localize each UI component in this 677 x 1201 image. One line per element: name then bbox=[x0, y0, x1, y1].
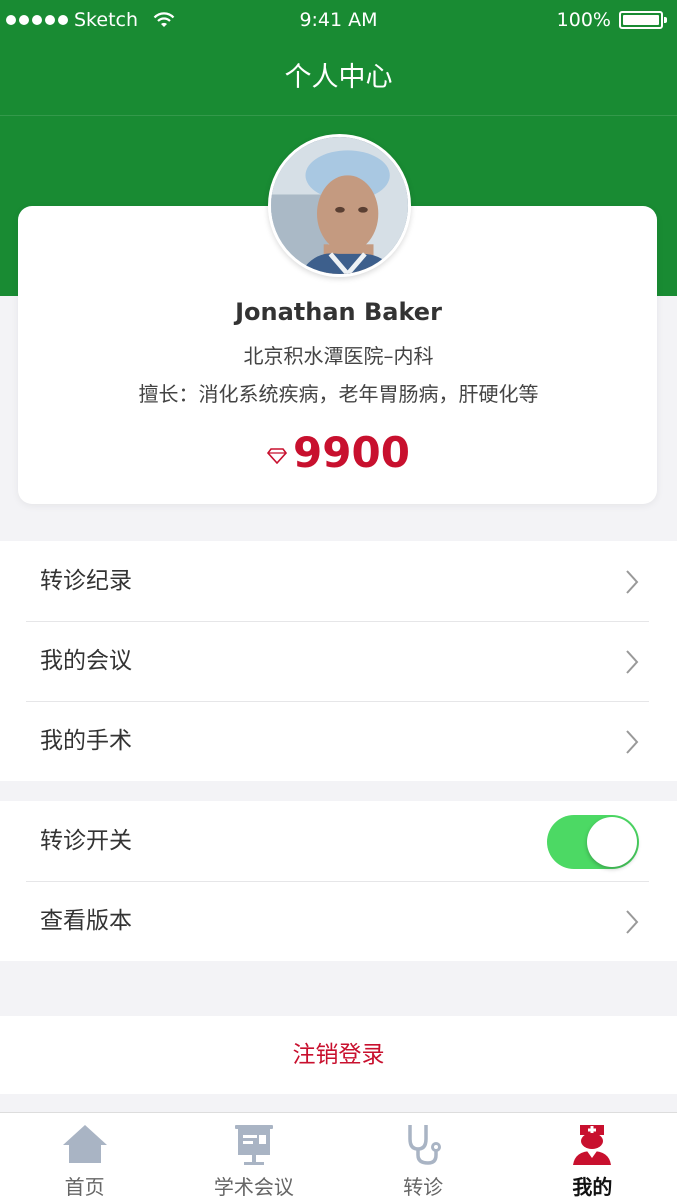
menu-item-label: 我的手术 bbox=[40, 728, 132, 754]
stethoscope-icon bbox=[408, 1125, 442, 1165]
menu-group-records: 转诊纪录 我的会议 我的手术 bbox=[0, 541, 677, 781]
menu-item-view-version[interactable]: 查看版本 bbox=[0, 881, 677, 961]
menu-item-label: 我的会议 bbox=[40, 648, 132, 674]
tab-conference[interactable]: 学术会议 bbox=[169, 1113, 338, 1201]
doctor-specialty: 擅长：消化系统疾病，老年胃肠病，肝硬化等 bbox=[138, 382, 539, 406]
menu-item-my-surgeries[interactable]: 我的手术 bbox=[0, 701, 677, 781]
conference-icon bbox=[234, 1125, 273, 1165]
status-bar: Sketch 9:41 AM 100% bbox=[0, 0, 677, 40]
menu-item-my-meetings[interactable]: 我的会议 bbox=[0, 621, 677, 701]
tab-label: 转诊 bbox=[403, 1175, 444, 1199]
battery-percent: 100% bbox=[556, 9, 611, 31]
menu-item-label: 查看版本 bbox=[40, 908, 132, 934]
nurse-icon bbox=[573, 1125, 612, 1165]
tab-mine[interactable]: 我的 bbox=[508, 1113, 677, 1201]
status-battery-group: 100% bbox=[556, 9, 667, 31]
menu-group-settings: 转诊开关 查看版本 bbox=[0, 801, 677, 961]
chevron-right-icon bbox=[626, 910, 639, 934]
points-value: 9900 bbox=[293, 428, 410, 477]
doctor-name: Jonathan Baker bbox=[235, 298, 442, 326]
tab-home[interactable]: 首页 bbox=[0, 1113, 169, 1201]
avatar[interactable] bbox=[268, 134, 411, 277]
chevron-right-icon bbox=[626, 570, 639, 594]
menu-item-label: 转诊纪录 bbox=[40, 568, 132, 594]
chevron-right-icon bbox=[626, 650, 639, 674]
tab-referral[interactable]: 转诊 bbox=[339, 1113, 508, 1201]
home-icon bbox=[62, 1125, 107, 1163]
tab-label: 我的 bbox=[572, 1175, 613, 1199]
points-balance: 9900 bbox=[0, 428, 677, 477]
tab-label: 学术会议 bbox=[213, 1175, 294, 1199]
battery-icon bbox=[619, 11, 667, 29]
doctor-portrait-icon bbox=[271, 137, 408, 274]
logout-button[interactable]: 注销登录 bbox=[0, 1016, 677, 1094]
referral-toggle[interactable] bbox=[547, 815, 639, 869]
menu-item-label: 转诊开关 bbox=[40, 828, 132, 854]
tab-label: 首页 bbox=[64, 1175, 105, 1199]
menu-item-referral-switch: 转诊开关 bbox=[0, 801, 677, 881]
doctor-hospital: 北京积水潭医院–内科 bbox=[243, 344, 434, 368]
toggle-knob bbox=[587, 817, 637, 867]
page-title: 个人中心 bbox=[0, 40, 677, 116]
chevron-right-icon bbox=[626, 730, 639, 754]
gem-icon bbox=[267, 447, 288, 464]
menu-item-referral-records[interactable]: 转诊纪录 bbox=[0, 541, 677, 621]
tab-bar: 首页 学术会议 转诊 我的 bbox=[0, 1112, 677, 1201]
